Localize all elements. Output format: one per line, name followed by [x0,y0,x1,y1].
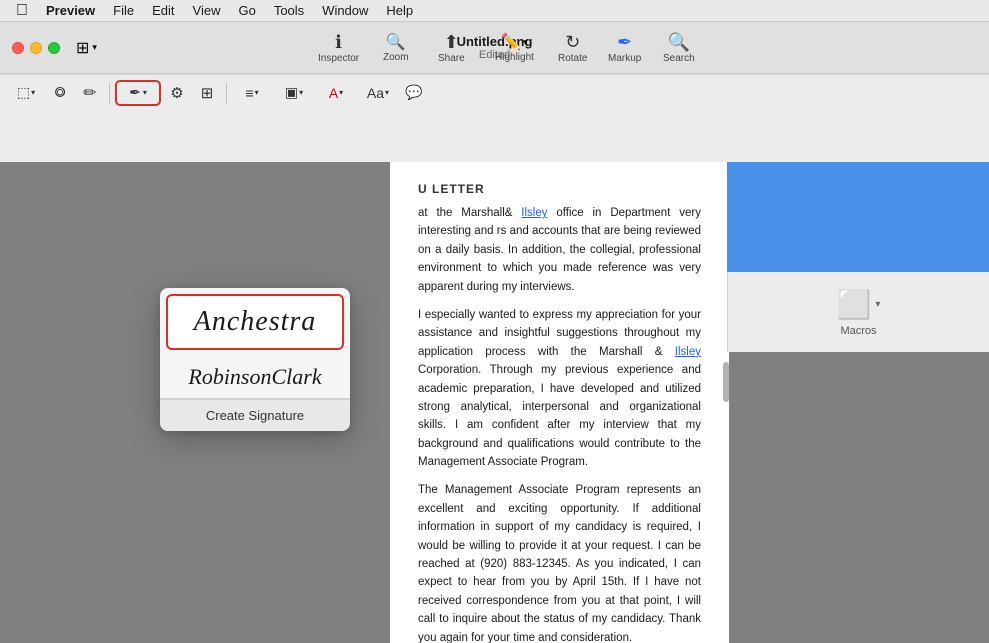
inspector-button[interactable]: ℹ Inspector [310,28,367,68]
search-label: Search [663,53,695,64]
rotate-icon: ↻ [565,32,580,53]
macros-button[interactable]: ⬜ ▾ [837,288,881,321]
rect-dropdown-icon: ▾ [31,88,35,97]
traffic-lights [12,42,60,54]
menu-bar:  Preview File Edit View Go Tools Window… [0,0,989,22]
para-3: The Management Associate Program represe… [418,481,701,643]
rect-select-icon: ⬚ [17,84,30,101]
toolbar-sep-1 [109,83,110,103]
selection-tool[interactable]: ⬚ ▾ [8,80,44,106]
highlight-label: Highlight [495,52,534,63]
rotate-button[interactable]: ↻ Rotate [550,28,595,68]
right-blue-panel [727,162,989,272]
markup-button[interactable]: ✒ Markup [600,28,649,68]
highlight-dropdown: ▾ [523,37,528,48]
sketch-icon: ✏ [83,83,96,103]
color-dropdown: ▾ [339,88,343,97]
document-content: at the Marshall& Ilsley office in Depart… [418,204,701,643]
macros-panel: ⬜ ▾ Macros [727,272,989,352]
signature-1-text: Anchestra [194,306,317,338]
annotation-icon: 💬 [405,84,422,101]
apple-menu[interactable]:  [8,2,36,20]
font-icon: Aa [367,85,384,101]
share-button[interactable]: ⬆ Share [430,28,473,68]
zoom-button[interactable]: 🔍 Zoom [375,28,417,67]
letter-header: U LETTER [418,182,701,196]
para-2: I especially wanted to express my apprec… [418,306,701,472]
markup-toolbar: ⬚ ▾ ⭗ ✏ ✒ ▾ ⚙ ⊞ ≡ ▾ ▣ ▾ A ▾ Aa ▾ � [0,74,989,110]
adjust-icon: ⚙ [170,84,183,102]
adjust-tool[interactable]: ⚙ [163,80,191,106]
signature-item-1[interactable]: Anchestra [166,294,344,350]
macros-icon: ⬜ [837,288,872,321]
sketch-tool[interactable]: ✏ [76,80,104,106]
border-icon: ▣ [285,84,298,101]
color-icon: A [329,85,338,101]
fullscreen-button[interactable] [48,42,60,54]
sidebar-dropdown-arrow: ▾ [92,42,97,53]
signature-2-text: RobinsonClark [188,364,321,390]
lasso-tool[interactable]: ⭗ [46,80,74,106]
menu-help[interactable]: Help [378,2,421,19]
menu-go[interactable]: Go [230,2,263,19]
zoom-label: Zoom [383,52,409,63]
align-dropdown: ▾ [255,88,259,97]
lasso-icon: ⭗ [54,84,65,101]
border-dropdown: ▾ [299,88,303,97]
signature-panel: Anchestra RobinsonClark Create Signature [160,288,350,431]
highlight-icon: ✏️ [501,32,521,52]
share-icon: ⬆ [444,32,459,53]
inspector-icon: ℹ [335,32,342,53]
create-signature-button[interactable]: Create Signature [160,399,350,431]
markup-icon: ✒ [617,32,632,53]
para-1: at the Marshall& Ilsley office in Depart… [418,204,701,296]
signature-tool[interactable]: ✒ ▾ [115,80,161,106]
title-bar: ⊞ ▾ Untitled.png Edited ℹ Inspector 🔍 Zo… [0,22,989,74]
signature-item-2[interactable]: RobinsonClark [160,356,350,398]
markup-label: Markup [608,53,641,64]
grid-tool[interactable]: ⊞ [193,80,221,106]
annotation-tool[interactable]: 💬 [400,80,428,106]
scroll-handle[interactable] [723,362,729,402]
menu-view[interactable]: View [185,2,229,19]
align-icon: ≡ [245,85,253,101]
menu-file[interactable]: File [105,2,142,19]
inspector-label: Inspector [318,53,359,64]
menu-edit[interactable]: Edit [144,2,182,19]
search-icon: 🔍 [668,32,690,53]
ilsley-link-2[interactable]: Ilsley [675,346,701,358]
border-tool[interactable]: ▣ ▾ [274,80,314,106]
share-label: Share [438,53,465,64]
zoom-out-icon: 🔍 [386,32,406,52]
grid-icon: ⊞ [201,84,214,102]
sidebar-toggle[interactable]: ⊞ ▾ [68,34,105,62]
font-tool[interactable]: Aa ▾ [358,80,398,106]
close-button[interactable] [12,42,24,54]
document-page: U LETTER at the Marshall& Ilsley office … [390,162,729,643]
toolbar-sep-2 [226,83,227,103]
signature-icon: ✒ [129,84,141,101]
color-tool[interactable]: A ▾ [316,80,356,106]
signature-dropdown-icon: ▾ [143,88,147,97]
document-area: Anchestra RobinsonClark Create Signature… [0,162,989,643]
macros-label: Macros [840,325,876,337]
search-button[interactable]: 🔍 Search [655,28,703,68]
menu-preview[interactable]: Preview [38,2,103,19]
rotate-label: Rotate [558,53,587,64]
macros-dropdown-icon: ▾ [875,299,880,310]
menu-tools[interactable]: Tools [266,2,312,19]
sidebar-icon: ⊞ [76,38,89,58]
menu-window[interactable]: Window [314,2,376,19]
minimize-button[interactable] [30,42,42,54]
font-dropdown: ▾ [385,88,389,97]
ilsley-link-1[interactable]: Ilsley [521,207,547,219]
highlight-button[interactable]: ✏️ ▾ Highlight [487,28,542,67]
align-tool[interactable]: ≡ ▾ [232,80,272,106]
